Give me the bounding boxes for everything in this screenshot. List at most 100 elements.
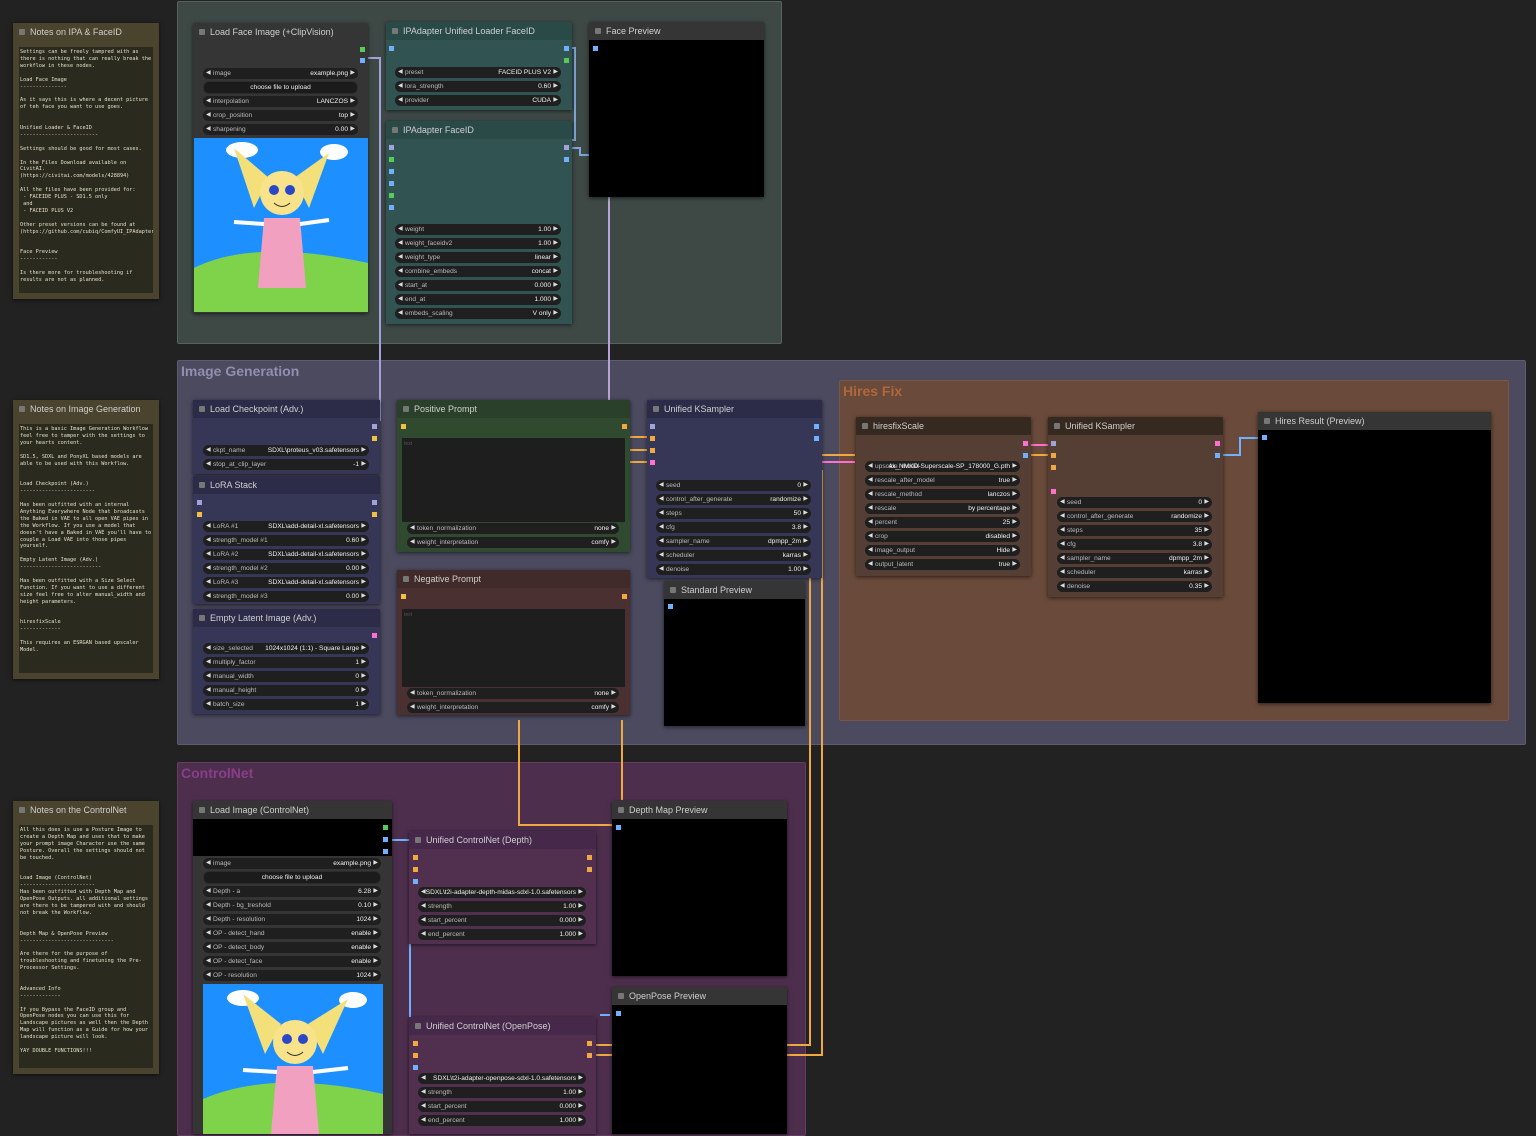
- widget-control-after-generate[interactable]: ◀ control_after_generate randomize ▶: [656, 494, 811, 505]
- decrement-arrow-icon[interactable]: ◀: [206, 521, 211, 532]
- widget-manual-width[interactable]: ◀ manual_width 0 ▶: [203, 671, 369, 682]
- increment-arrow-icon[interactable]: ▶: [1204, 567, 1209, 578]
- increment-arrow-icon[interactable]: ▶: [361, 685, 366, 696]
- node-title[interactable]: Face Preview: [589, 22, 764, 40]
- increment-arrow-icon[interactable]: ▶: [361, 591, 366, 602]
- collapse-dot-icon[interactable]: [199, 29, 205, 35]
- increment-arrow-icon[interactable]: ▶: [803, 522, 808, 533]
- input-port[interactable]: [413, 1065, 418, 1070]
- node-controlnet-openpose[interactable]: Unified ControlNet (OpenPose) ◀ SDXL\t2i-…: [409, 1017, 596, 1134]
- increment-arrow-icon[interactable]: ▶: [1204, 525, 1209, 536]
- node-unified-ksampler-hires[interactable]: Unified KSampler ◀ seed 0 ▶ ◀ control_after_g…: [1048, 417, 1223, 597]
- decrement-arrow-icon[interactable]: ◀: [206, 577, 211, 588]
- output-port[interactable]: [360, 58, 365, 63]
- collapse-dot-icon[interactable]: [19, 29, 25, 35]
- widget-rescale[interactable]: ◀ rescale by percentage ▶: [865, 503, 1020, 514]
- decrement-arrow-icon[interactable]: ◀: [1060, 525, 1065, 536]
- decrement-arrow-icon[interactable]: ◀: [1060, 497, 1065, 508]
- node-depth-map-preview[interactable]: Depth Map Preview: [612, 801, 787, 976]
- widget-end-percent[interactable]: ◀ end_percent 1.000 ▶: [418, 929, 586, 940]
- collapse-dot-icon[interactable]: [199, 482, 205, 488]
- increment-arrow-icon[interactable]: ▶: [553, 294, 558, 305]
- widget-weight-interpretation[interactable]: ◀ weight_interpretation comfy ▶: [407, 702, 619, 713]
- widget-op-detect-face[interactable]: ◀ OP - detect_face enable ▶: [203, 956, 381, 967]
- note-ipa-faceid[interactable]: Notes on IPA & FaceID Settings can be fr…: [13, 23, 159, 299]
- decrement-arrow-icon[interactable]: ◀: [398, 266, 403, 277]
- widget-sharpening[interactable]: ◀ sharpening 0.00 ▶: [203, 124, 358, 135]
- node-hiresfix-scale[interactable]: hiresfixScale ◀ upscale_model 4x_NMKD-Supe…: [856, 417, 1031, 576]
- input-port[interactable]: [650, 436, 655, 441]
- decrement-arrow-icon[interactable]: ◀: [206, 657, 211, 668]
- input-port[interactable]: [1051, 453, 1056, 458]
- input-port[interactable]: [650, 460, 655, 465]
- input-port[interactable]: [389, 193, 394, 198]
- widget-sampler-name[interactable]: ◀ sampler_name dpmpp_2m ▶: [1057, 553, 1212, 564]
- increment-arrow-icon[interactable]: ▶: [1204, 553, 1209, 564]
- widget-weight-interpretation[interactable]: ◀ weight_interpretation comfy ▶: [407, 537, 619, 548]
- decrement-arrow-icon[interactable]: ◀: [1060, 553, 1065, 564]
- widget-denoise[interactable]: ◀ denoise 1.00 ▶: [656, 564, 811, 575]
- node-title[interactable]: Load Image (ControlNet): [193, 801, 392, 819]
- node-title[interactable]: Empty Latent Image (Adv.): [193, 609, 380, 627]
- decrement-arrow-icon[interactable]: ◀: [421, 929, 426, 940]
- input-port[interactable]: [1262, 435, 1267, 440]
- widget-ckpt-name[interactable]: ◀ ckpt_name SDXL\proteus_v03.safetensors ▶: [203, 445, 369, 456]
- widget-strength[interactable]: ◀ strength 1.00 ▶: [418, 901, 586, 912]
- increment-arrow-icon[interactable]: ▶: [1012, 517, 1017, 528]
- input-port[interactable]: [668, 604, 673, 609]
- decrement-arrow-icon[interactable]: ◀: [206, 956, 211, 967]
- increment-arrow-icon[interactable]: ▶: [553, 252, 558, 263]
- decrement-arrow-icon[interactable]: ◀: [868, 475, 873, 486]
- widget-embeds-scaling[interactable]: ◀ embeds_scaling V only ▶: [395, 308, 561, 319]
- increment-arrow-icon[interactable]: ▶: [361, 643, 366, 654]
- input-port[interactable]: [593, 46, 598, 51]
- collapse-dot-icon[interactable]: [392, 28, 398, 34]
- decrement-arrow-icon[interactable]: ◀: [1060, 539, 1065, 550]
- widget-strength-model-1[interactable]: ◀ strength_model #1 0.60 ▶: [203, 535, 369, 546]
- input-port[interactable]: [389, 145, 394, 150]
- widget-provider[interactable]: ◀ provider CUDA ▶: [395, 95, 561, 106]
- collapse-dot-icon[interactable]: [199, 615, 205, 621]
- increment-arrow-icon[interactable]: ▶: [1204, 511, 1209, 522]
- widget-scheduler[interactable]: ◀ scheduler karras ▶: [1057, 567, 1212, 578]
- output-port[interactable]: [372, 500, 377, 505]
- node-title[interactable]: IPAdapter FaceID: [386, 121, 572, 139]
- collapse-dot-icon[interactable]: [1264, 418, 1270, 424]
- increment-arrow-icon[interactable]: ▶: [803, 494, 808, 505]
- input-port[interactable]: [616, 1011, 621, 1016]
- input-port[interactable]: [413, 1041, 418, 1046]
- increment-arrow-icon[interactable]: ▶: [373, 956, 378, 967]
- output-port[interactable]: [372, 512, 377, 517]
- widget-rescale-method[interactable]: ◀ rescale_method lanczos ▶: [865, 489, 1020, 500]
- decrement-arrow-icon[interactable]: ◀: [868, 559, 873, 570]
- output-port[interactable]: [622, 594, 627, 599]
- decrement-arrow-icon[interactable]: ◀: [206, 942, 211, 953]
- increment-arrow-icon[interactable]: ▶: [578, 929, 583, 940]
- input-port[interactable]: [389, 157, 394, 162]
- decrement-arrow-icon[interactable]: ◀: [659, 494, 664, 505]
- output-port[interactable]: [1023, 441, 1028, 446]
- input-port[interactable]: [413, 879, 418, 884]
- output-port[interactable]: [564, 145, 569, 150]
- output-port[interactable]: [814, 424, 819, 429]
- decrement-arrow-icon[interactable]: ◀: [206, 591, 211, 602]
- widget-control-after-generate[interactable]: ◀ control_after_generate randomize ▶: [1057, 511, 1212, 522]
- decrement-arrow-icon[interactable]: ◀: [1060, 567, 1065, 578]
- collapse-dot-icon[interactable]: [199, 406, 205, 412]
- increment-arrow-icon[interactable]: ▶: [1012, 489, 1017, 500]
- widget-steps[interactable]: ◀ steps 50 ▶: [656, 508, 811, 519]
- prompt-text-input[interactable]: text: [402, 609, 625, 687]
- increment-arrow-icon[interactable]: ▶: [361, 563, 366, 574]
- increment-arrow-icon[interactable]: ▶: [361, 699, 366, 710]
- upload-button[interactable]: choose file to upload: [203, 871, 381, 884]
- increment-arrow-icon[interactable]: ▶: [373, 942, 378, 953]
- widget-start-percent[interactable]: ◀ start_percent 0.000 ▶: [418, 1101, 586, 1112]
- node-title[interactable]: Load Face Image (+ClipVision): [193, 23, 368, 41]
- decrement-arrow-icon[interactable]: ◀: [206, 643, 211, 654]
- decrement-arrow-icon[interactable]: ◀: [398, 224, 403, 235]
- decrement-arrow-icon[interactable]: ◀: [206, 535, 211, 546]
- node-title[interactable]: Unified KSampler: [647, 400, 822, 418]
- decrement-arrow-icon[interactable]: ◀: [868, 545, 873, 556]
- widget-multiply-factor[interactable]: ◀ multiply_factor 1 ▶: [203, 657, 369, 668]
- widget-weight-type[interactable]: ◀ weight_type linear ▶: [395, 252, 561, 263]
